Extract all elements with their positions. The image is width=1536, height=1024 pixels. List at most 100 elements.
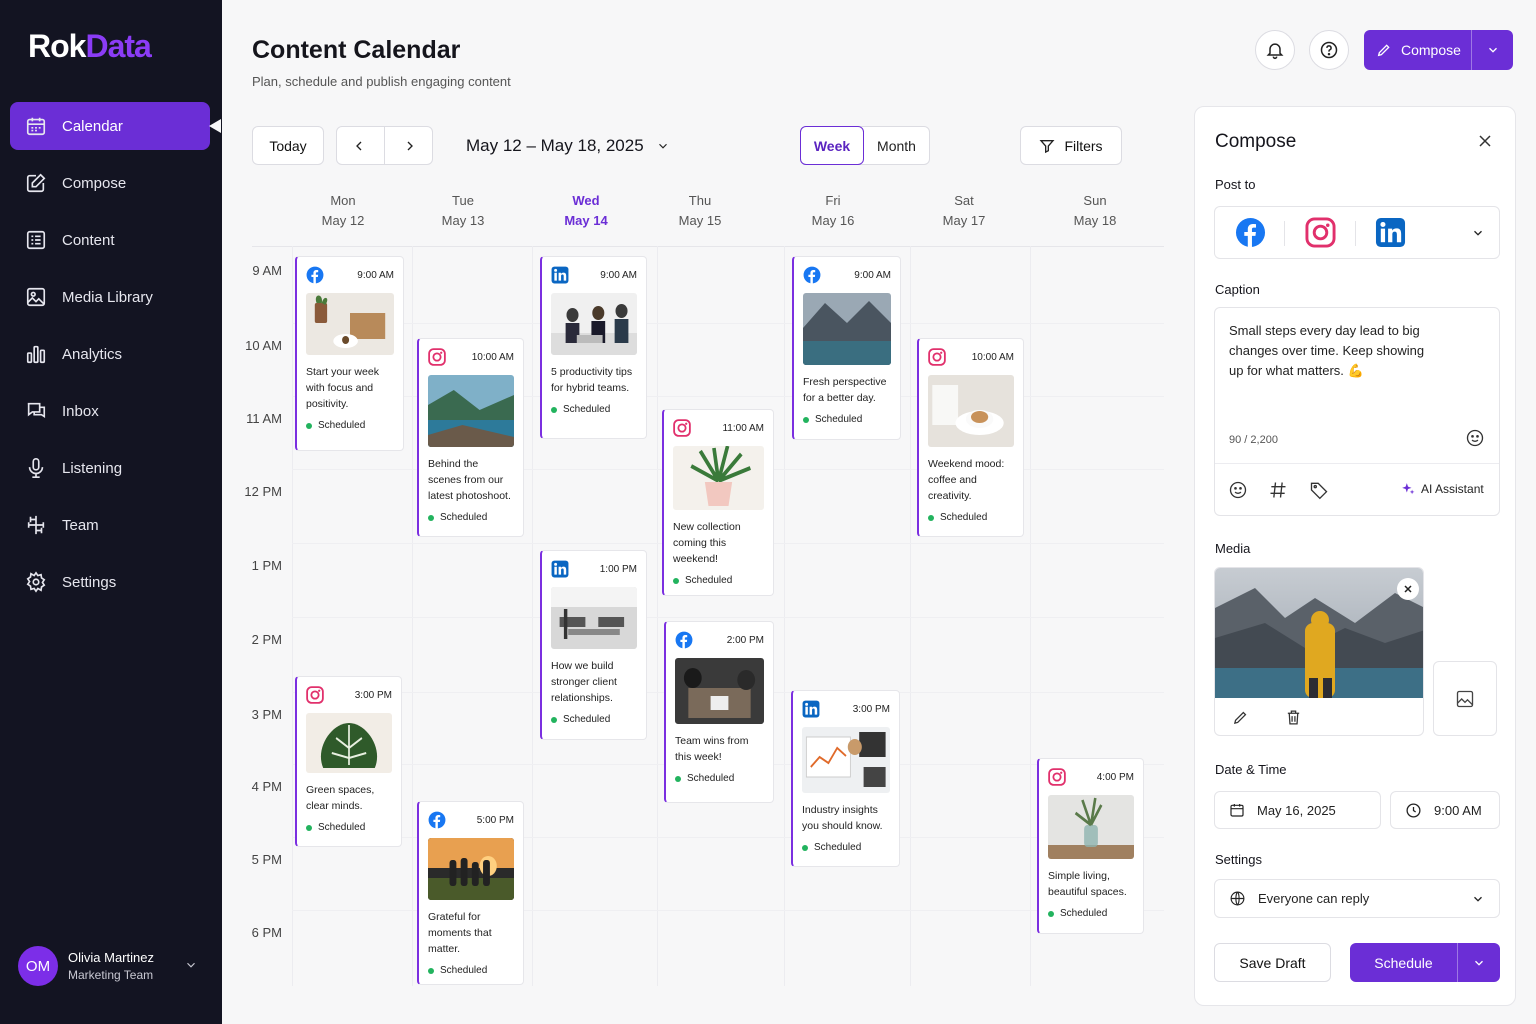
help-icon (1320, 41, 1338, 59)
sidebar-item-listening[interactable]: Listening (10, 444, 210, 492)
post-card[interactable]: 2:00 PM Team wins from this week! Schedule… (664, 621, 774, 803)
day-name: Thu (688, 193, 712, 208)
reply-settings-select[interactable]: Everyone can reply (1214, 879, 1500, 918)
help-button[interactable] (1309, 30, 1349, 70)
status-badge: Scheduled (306, 420, 394, 431)
user-profile[interactable]: OM Olivia Martinez Marketing Team (18, 946, 208, 986)
team-icon (27, 515, 45, 535)
caption-input[interactable]: Small steps every day lead to big change… (1229, 321, 1439, 381)
sidebar-item-label: Media Library (62, 288, 153, 306)
chevron-down-icon[interactable] (1471, 226, 1485, 240)
post-image (551, 293, 637, 355)
post-card[interactable]: 1:00 PM How we build stronger client rela… (540, 550, 647, 740)
chevron-down-icon (658, 143, 667, 149)
add-media-button[interactable] (1433, 661, 1497, 736)
facebook-option[interactable] (1235, 217, 1266, 248)
chevron-right-icon[interactable] (402, 138, 418, 154)
sidebar-item-content[interactable]: Content (10, 216, 210, 264)
hashtag-icon[interactable] (1268, 480, 1288, 500)
compose-button[interactable]: Compose (1364, 30, 1513, 70)
app-logo[interactable]: RokData (28, 28, 152, 65)
image-icon (26, 287, 46, 307)
tab-week[interactable]: Week (800, 126, 864, 165)
day-name: Sun (1083, 193, 1107, 208)
date-time-label: Date & Time (1215, 762, 1287, 777)
instagram-icon (428, 348, 446, 366)
close-icon[interactable] (1475, 131, 1495, 151)
linkedin-option[interactable] (1375, 217, 1406, 248)
tag-icon[interactable] (1309, 480, 1329, 500)
post-card[interactable]: 10:00 AM Weekend mood: coffee and creativ… (917, 338, 1024, 537)
post-image (306, 713, 392, 773)
sidebar-item-inbox[interactable]: Inbox (10, 387, 210, 435)
sidebar-item-media-library[interactable]: Media Library (10, 273, 210, 321)
post-card[interactable]: 3:00 PM Green spaces, clear minds. Schedul… (295, 676, 402, 847)
chevron-left-icon[interactable] (351, 138, 367, 154)
date-field[interactable]: May 16, 2025 (1214, 791, 1381, 829)
compose-panel-title: Compose (1215, 131, 1297, 152)
schedule-dropdown-button[interactable] (1458, 943, 1500, 982)
trash-icon[interactable] (1285, 709, 1302, 726)
post-card[interactable]: 3:00 PM Industry insights you should know… (791, 690, 900, 867)
date-range-selector[interactable]: May 12 – May 18, 2025 (466, 136, 670, 156)
grid-line (292, 617, 1164, 618)
platform-selector[interactable] (1214, 206, 1500, 259)
remove-media-button[interactable] (1397, 578, 1419, 600)
post-card[interactable]: 9:00 AM Fresh perspective for a better da… (792, 256, 901, 440)
day-date: May 15 (678, 213, 722, 228)
date-range-label: May 12 – May 18, 2025 (466, 136, 644, 155)
day-date: May 17 (942, 213, 986, 228)
avatar: OM (18, 946, 58, 986)
user-role: Marketing Team (68, 968, 154, 982)
chevron-down-icon[interactable] (184, 958, 198, 972)
grid-column-line (412, 246, 413, 986)
day-name: Tue (452, 193, 474, 208)
facebook-icon (803, 266, 821, 284)
instagram-icon (1305, 217, 1336, 248)
sidebar-item-label: Compose (62, 174, 127, 192)
grid-line (292, 323, 1164, 324)
linkedin-icon (1375, 217, 1406, 248)
sidebar-nav: Calendar Compose Content Media Library A… (10, 102, 221, 615)
emoji-icon[interactable] (1465, 428, 1485, 448)
notifications-button[interactable] (1255, 30, 1295, 70)
emoji-icon[interactable] (1228, 480, 1248, 500)
media-item[interactable] (1214, 567, 1424, 736)
grid-column-line (784, 246, 785, 986)
linkedin-icon (802, 700, 820, 718)
post-image (673, 446, 764, 510)
sidebar-item-settings[interactable]: Settings (10, 558, 210, 606)
post-card[interactable]: 5:00 PM Grateful for moments that matter.… (417, 801, 524, 985)
instagram-option[interactable] (1305, 217, 1336, 248)
post-card[interactable]: 4:00 PM Simple living, beautiful spaces. S… (1037, 758, 1144, 934)
post-card[interactable]: 9:00 AM 5 productivity tips for hybrid te… (540, 256, 647, 439)
post-card[interactable]: 10:00 AM Behind the scenes from our lates… (417, 338, 524, 537)
sidebar-item-team[interactable]: Team (10, 501, 210, 549)
hour-label: 12 PM (244, 484, 282, 499)
ai-assistant-button[interactable]: AI Assistant (1401, 482, 1484, 496)
schedule-button-main[interactable]: Schedule (1350, 943, 1458, 982)
gear-icon (26, 571, 46, 593)
day-date: May 18 (1073, 213, 1117, 228)
time-field[interactable]: 9:00 AM (1390, 791, 1500, 829)
filters-button[interactable]: Filters (1020, 126, 1122, 165)
compose-dropdown-button[interactable] (1472, 30, 1513, 70)
tab-month[interactable]: Month (864, 127, 929, 164)
grid-column-line (532, 246, 533, 986)
post-image (675, 658, 764, 724)
calendar-icon (1230, 804, 1244, 817)
save-draft-button[interactable]: Save Draft (1214, 943, 1331, 982)
post-card[interactable]: 9:00 AM Start your week with focus and po… (295, 256, 404, 451)
schedule-button[interactable]: Schedule (1350, 943, 1500, 982)
today-button[interactable]: Today (252, 126, 324, 165)
compose-button-main[interactable]: Compose (1364, 30, 1472, 70)
grid-column-line (1030, 246, 1031, 986)
day-header-thu: Thu May 15 (640, 193, 760, 228)
sidebar-item-calendar[interactable]: Calendar (10, 102, 221, 150)
sidebar-item-compose[interactable]: Compose (10, 159, 210, 207)
hour-label: 5 PM (251, 852, 282, 867)
edit-media-icon[interactable] (1232, 709, 1249, 726)
status-badge: Scheduled (675, 773, 764, 784)
sidebar-item-analytics[interactable]: Analytics (10, 330, 210, 378)
post-card[interactable]: 11:00 AM New collection coming this weeke… (662, 409, 774, 596)
